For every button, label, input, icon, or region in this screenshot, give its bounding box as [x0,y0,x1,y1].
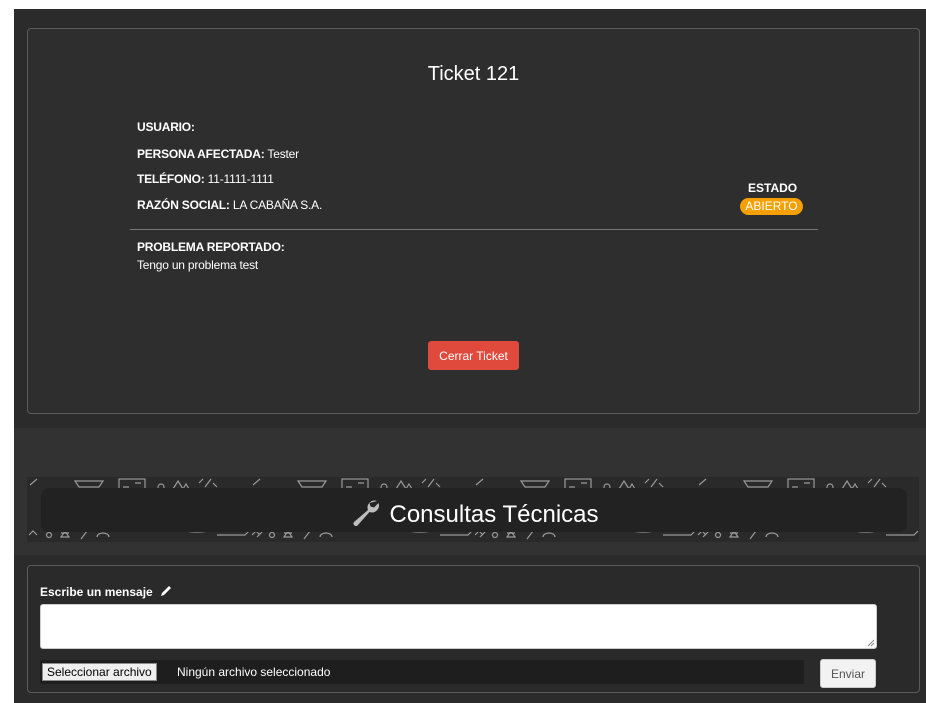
telefono-value: 11-1111-1111 [207,172,274,186]
file-input: Seleccionar archivo Ningún archivo selec… [40,660,804,684]
close-ticket-button[interactable]: Cerrar Ticket [428,341,519,370]
persona-label: PERSONA AFECTADA: [137,147,265,161]
banner-title-row: Consultas Técnicas [41,498,907,529]
field-telefono: TELÉFONO: 11-1111-1111 [137,172,274,186]
banner-title: Consultas Técnicas [389,501,599,528]
message-label-text: Escribe un mensaje [40,585,153,599]
ticket-title: Ticket 121 [427,63,520,85]
send-button[interactable]: Enviar [820,659,876,688]
banner-inner: Consultas Técnicas [41,488,907,532]
problema-label-text: PROBLEMA REPORTADO: [137,240,285,254]
select-file-button[interactable]: Seleccionar archivo [42,663,157,681]
field-usuario: USUARIO: [137,120,195,134]
ticket-card: Ticket 121 USUARIO: PERSONA AFECTADA: Te… [27,28,920,414]
file-status: Ningún archivo seleccionado [177,665,331,679]
pencil-icon [161,586,172,596]
consultas-banner: Consultas Técnicas [27,477,919,542]
usuario-label: USUARIO: [137,120,195,134]
problema-value: Tengo un problema test [137,258,259,272]
problema-label: PROBLEMA REPORTADO: [137,240,285,254]
resize-grip-icon[interactable] [866,638,875,647]
telefono-label: TELÉFONO: [137,172,205,186]
razon-label: RAZÓN SOCIAL: [137,198,230,212]
field-razon-social: RAZÓN SOCIAL: LA CABAÑA S.A. [137,198,322,212]
message-label: Escribe un mensaje [40,585,172,599]
persona-value: Tester [267,147,299,161]
divider [130,229,818,230]
wrench-icon [353,500,379,526]
razon-value: LA CABAÑA S.A. [232,198,323,212]
status-badge: ABIERTO [740,198,803,215]
estado-label: ESTADO [748,181,798,195]
message-textarea[interactable] [40,604,877,649]
field-persona-afectada: PERSONA AFECTADA: Tester [137,147,299,161]
message-card: Escribe un mensaje Seleccionar archivo N… [27,565,920,693]
